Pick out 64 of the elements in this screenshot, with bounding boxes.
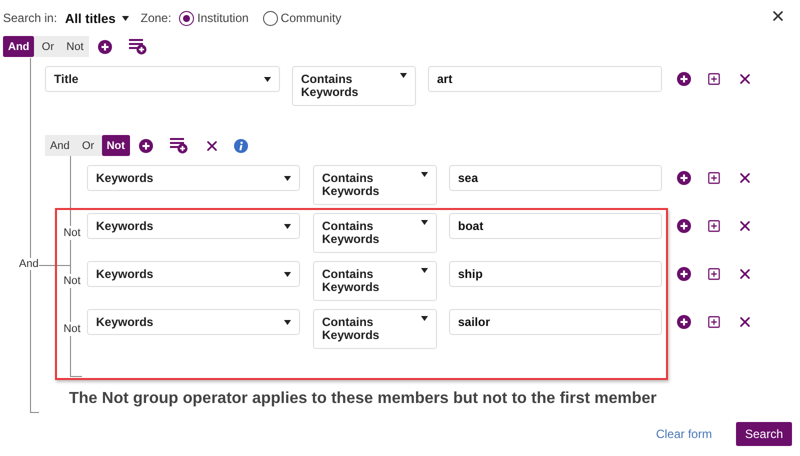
operator-toggle[interactable]: Not — [102, 135, 130, 156]
field-select[interactable]: Keywords — [87, 213, 300, 239]
zone-radio[interactable]: Community — [262, 10, 342, 26]
add-row-icon[interactable] — [707, 171, 721, 185]
add-group-icon[interactable] — [128, 38, 147, 54]
add-circle-icon[interactable] — [138, 138, 153, 152]
field-select[interactable]: Keywords — [87, 165, 300, 191]
caret-icon — [400, 73, 407, 78]
operator-toggle[interactable]: Or — [34, 36, 62, 57]
add-circle-icon[interactable] — [677, 171, 691, 185]
add-group-icon[interactable] — [170, 138, 188, 154]
add-row-icon[interactable] — [707, 267, 721, 281]
caret-icon — [421, 268, 428, 273]
add-circle-icon[interactable] — [677, 267, 691, 281]
add-circle-icon[interactable] — [677, 219, 691, 233]
search-button[interactable]: Search — [736, 422, 792, 446]
delete-icon[interactable] — [737, 170, 753, 186]
operator-toggle[interactable]: Or — [74, 135, 102, 156]
zone-label: Zone: — [140, 11, 172, 25]
add-circle-icon[interactable] — [677, 72, 691, 86]
connector-label: Not — [63, 322, 81, 336]
delete-icon[interactable] — [737, 266, 753, 282]
operator-select[interactable]: Contains Keywords — [292, 66, 416, 106]
connector-label: Not — [63, 274, 81, 288]
clear-form-link[interactable]: Clear form — [656, 427, 712, 441]
operator-toggle[interactable]: Not — [61, 36, 89, 57]
add-row-icon[interactable] — [707, 315, 721, 329]
info-icon[interactable] — [234, 138, 248, 152]
field-select[interactable]: Title — [45, 66, 280, 92]
connector-label: And — [19, 258, 39, 270]
caret-icon — [284, 320, 291, 324]
field-select[interactable]: Keywords — [87, 261, 300, 287]
operator-select[interactable]: Contains Keywords — [313, 165, 437, 205]
delete-icon[interactable] — [737, 314, 753, 330]
operator-toggle[interactable]: And — [45, 135, 75, 156]
delete-icon[interactable] — [737, 71, 753, 87]
add-circle-icon[interactable] — [677, 315, 691, 329]
caret-icon — [421, 172, 428, 177]
caret-icon — [264, 76, 271, 82]
zone-radio[interactable]: Institution — [179, 10, 249, 26]
add-row-icon[interactable] — [707, 72, 721, 86]
caret-icon — [421, 220, 428, 225]
search-in-label: Search in: — [3, 11, 58, 25]
value-field[interactable]: sea — [449, 165, 662, 191]
caret-icon — [284, 272, 291, 276]
value-field[interactable]: sailor — [449, 309, 662, 335]
operator-toggle[interactable]: And — [3, 36, 34, 57]
caret-icon — [284, 224, 291, 228]
value-field[interactable]: art — [428, 66, 662, 92]
caret-icon — [284, 176, 291, 180]
value-field[interactable]: boat — [449, 213, 662, 239]
value-field[interactable]: ship — [449, 261, 662, 287]
annotation-caption: The Not group operator applies to these members but not to the first member — [69, 390, 658, 408]
caret-icon — [122, 16, 129, 20]
caret-icon — [421, 316, 428, 321]
field-select[interactable]: Keywords — [87, 309, 300, 335]
add-circle-icon[interactable] — [98, 40, 112, 54]
operator-select[interactable]: Contains Keywords — [313, 309, 437, 349]
operator-select[interactable]: Contains Keywords — [313, 261, 437, 301]
connector-label: Not — [63, 226, 81, 240]
search-in-dropdown[interactable]: All titles — [65, 10, 129, 26]
delete-icon[interactable] — [737, 218, 753, 234]
operator-select[interactable]: Contains Keywords — [313, 213, 437, 253]
add-row-icon[interactable] — [707, 219, 721, 233]
